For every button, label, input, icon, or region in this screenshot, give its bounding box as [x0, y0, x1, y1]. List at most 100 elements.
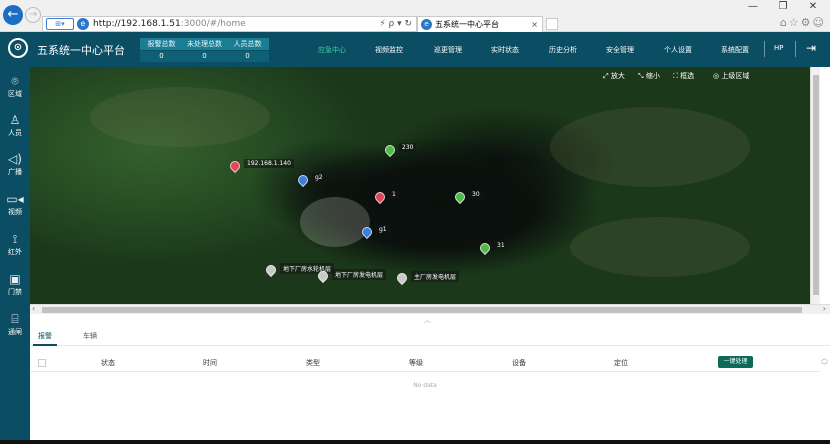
- marker-label: 192.168.1.140: [244, 159, 294, 168]
- scrollbar-thumb[interactable]: [42, 307, 802, 313]
- area-icon: ⌾: [11, 74, 19, 88]
- column-header: 时间: [203, 359, 217, 367]
- header-divider: [764, 41, 765, 57]
- map-pin-icon: [227, 158, 243, 174]
- map-vertical-scrollbar[interactable]: [810, 67, 820, 304]
- app-title: 五系统一中心平台: [37, 44, 125, 57]
- column-header: 等级: [409, 359, 423, 367]
- alarm-panel: ︿ 报警 车辆 状态 时间 类型 等级 设备 定位 一键处理 No data ︿…: [30, 314, 830, 444]
- zoom-out-tool[interactable]: ⤡ 缩小: [638, 71, 660, 81]
- url-text[interactable]: http://192.168.1.51:3000/#/home: [93, 17, 246, 31]
- sidebar-item-broadcast[interactable]: ◁) 广播: [0, 151, 30, 187]
- stat-unhandled-total[interactable]: 未处理总数 0: [183, 38, 226, 62]
- marker-label: 地下厂房发电机层: [332, 269, 387, 280]
- marker-label: 主厂房发电机层: [411, 271, 460, 282]
- column-header: 状态: [101, 359, 115, 367]
- forward-button[interactable]: →: [25, 7, 41, 23]
- zoom-in-tool[interactable]: ⤢ 放大: [603, 71, 625, 81]
- handle-all-button[interactable]: 一键处理: [718, 356, 753, 368]
- minimize-button[interactable]: —: [738, 0, 768, 14]
- maximize-button[interactable]: ❐: [768, 0, 798, 14]
- sidebar-item-label: 门禁: [8, 288, 22, 296]
- sidebar-item-video[interactable]: ▭◂ 视频: [0, 191, 30, 227]
- stat-value: 0: [183, 51, 226, 62]
- map-horizontal-scrollbar[interactable]: ‹ ›: [30, 304, 830, 314]
- menu-emergency-center[interactable]: 应急中心: [318, 45, 346, 55]
- scroll-right-arrow-icon[interactable]: ›: [823, 304, 826, 313]
- header-divider: [795, 41, 796, 57]
- menu-realtime-status[interactable]: 实时状态: [491, 45, 519, 55]
- map-marker[interactable]: 1: [372, 189, 399, 205]
- menu-video-monitor[interactable]: 视频监控: [375, 45, 403, 55]
- map-marker[interactable]: 主厂房发电机层: [394, 270, 460, 286]
- tool-label: 缩小: [645, 72, 660, 80]
- close-window-button[interactable]: ✕: [798, 0, 828, 14]
- panel-scroll-arrows-icon[interactable]: ︿ ﹀: [821, 354, 828, 370]
- sidebar-item-label: 视频: [8, 208, 22, 216]
- address-tools[interactable]: ⚡ ρ ▾ ↻: [379, 17, 412, 31]
- browser-tools-icons[interactable]: ⌂☆⚙☺: [780, 16, 826, 29]
- tab-ie-icon: e: [421, 19, 432, 30]
- marker-label: 30: [469, 190, 483, 199]
- door-access-icon: ▣: [9, 272, 21, 286]
- taskbar: [0, 440, 830, 444]
- gate-icon: ⌸: [11, 312, 19, 326]
- map-marker[interactable]: g1: [359, 224, 390, 240]
- menu-system-config[interactable]: 系统配置: [721, 45, 749, 55]
- map-pin-icon: [315, 268, 331, 284]
- tool-label: 放大: [610, 72, 625, 80]
- tool-label: 上级区域: [721, 72, 750, 80]
- terrain: [550, 107, 750, 187]
- map-marker[interactable]: g2: [295, 172, 326, 188]
- tab-alarm[interactable]: 报警: [33, 331, 57, 346]
- sidebar-item-area[interactable]: ⌾ 区域: [0, 73, 30, 109]
- map-marker[interactable]: 31: [477, 240, 508, 256]
- new-tab-button[interactable]: [546, 18, 558, 30]
- box-select-tool[interactable]: ⛶ 框选: [673, 71, 694, 81]
- map-pin-icon: [359, 224, 375, 240]
- panel-tabs: 报警 车辆: [30, 326, 830, 346]
- compat-view-icon[interactable]: ⊞▾: [46, 18, 74, 30]
- stat-alarm-total[interactable]: 报警总数 0: [140, 38, 183, 62]
- satellite-map[interactable]: ⤢ 放大 ⤡ 缩小 ⛶ 框选 ◎ 上级区域 192.168.1.140 230 …: [30, 67, 820, 304]
- map-marker[interactable]: 230: [382, 142, 417, 158]
- terrain: [90, 87, 270, 147]
- stat-person-total[interactable]: 人员总数 0: [226, 38, 269, 62]
- tab-close-icon[interactable]: ×: [531, 17, 538, 32]
- logout-icon[interactable]: ⇥: [806, 41, 820, 55]
- sidebar-item-infrared[interactable]: ⟟ 红外: [0, 231, 30, 267]
- empty-state-text: No data: [413, 382, 437, 389]
- table-header: 状态 时间 类型 等级 设备 定位 一键处理: [30, 354, 820, 372]
- menu-history-analysis[interactable]: 历史分析: [549, 45, 577, 55]
- map-marker[interactable]: 地下厂房水轮机层: [263, 262, 335, 278]
- menu-patrol[interactable]: 巡更管理: [434, 45, 462, 55]
- scroll-left-arrow-icon[interactable]: ‹: [32, 304, 35, 313]
- back-button[interactable]: ←: [3, 5, 23, 25]
- stat-label: 人员总数: [226, 38, 269, 50]
- sidebar-item-gate[interactable]: ⌸ 通闸: [0, 311, 30, 347]
- menu-safety-management[interactable]: 安全管理: [606, 45, 634, 55]
- sidebar-item-person[interactable]: ♙ 人员: [0, 112, 30, 148]
- marker-label: 1: [389, 190, 399, 199]
- collapse-chevron-icon[interactable]: ︿: [424, 315, 431, 325]
- marker-label: g2: [312, 173, 326, 182]
- scrollbar-thumb[interactable]: [813, 75, 819, 295]
- stat-label: 报警总数: [140, 38, 183, 50]
- sidebar-item-door-access[interactable]: ▣ 门禁: [0, 271, 30, 307]
- column-header: 类型: [306, 359, 320, 367]
- menu-personal-settings[interactable]: 个人设置: [664, 45, 692, 55]
- address-bar[interactable]: ⊞▾ e http://192.168.1.51:3000/#/home ⚡ ρ…: [42, 16, 417, 32]
- parent-area-tool[interactable]: ◎ 上级区域: [713, 71, 749, 81]
- user-name[interactable]: HP: [774, 44, 784, 52]
- tab-vehicle[interactable]: 车辆: [83, 331, 97, 341]
- broadcast-icon: ◁): [8, 152, 22, 166]
- map-marker[interactable]: 地下厂房发电机层: [315, 268, 387, 284]
- map-marker[interactable]: 30: [452, 189, 483, 205]
- video-icon: ▭◂: [6, 192, 24, 206]
- browser-tab[interactable]: e 五系统一中心平台 ×: [417, 16, 543, 32]
- app-logo-icon: ⊙: [8, 38, 28, 58]
- select-all-checkbox[interactable]: [38, 359, 46, 367]
- map-marker[interactable]: 192.168.1.140: [227, 158, 294, 174]
- sidebar-item-label: 区域: [8, 90, 22, 98]
- ie-icon: e: [77, 18, 89, 30]
